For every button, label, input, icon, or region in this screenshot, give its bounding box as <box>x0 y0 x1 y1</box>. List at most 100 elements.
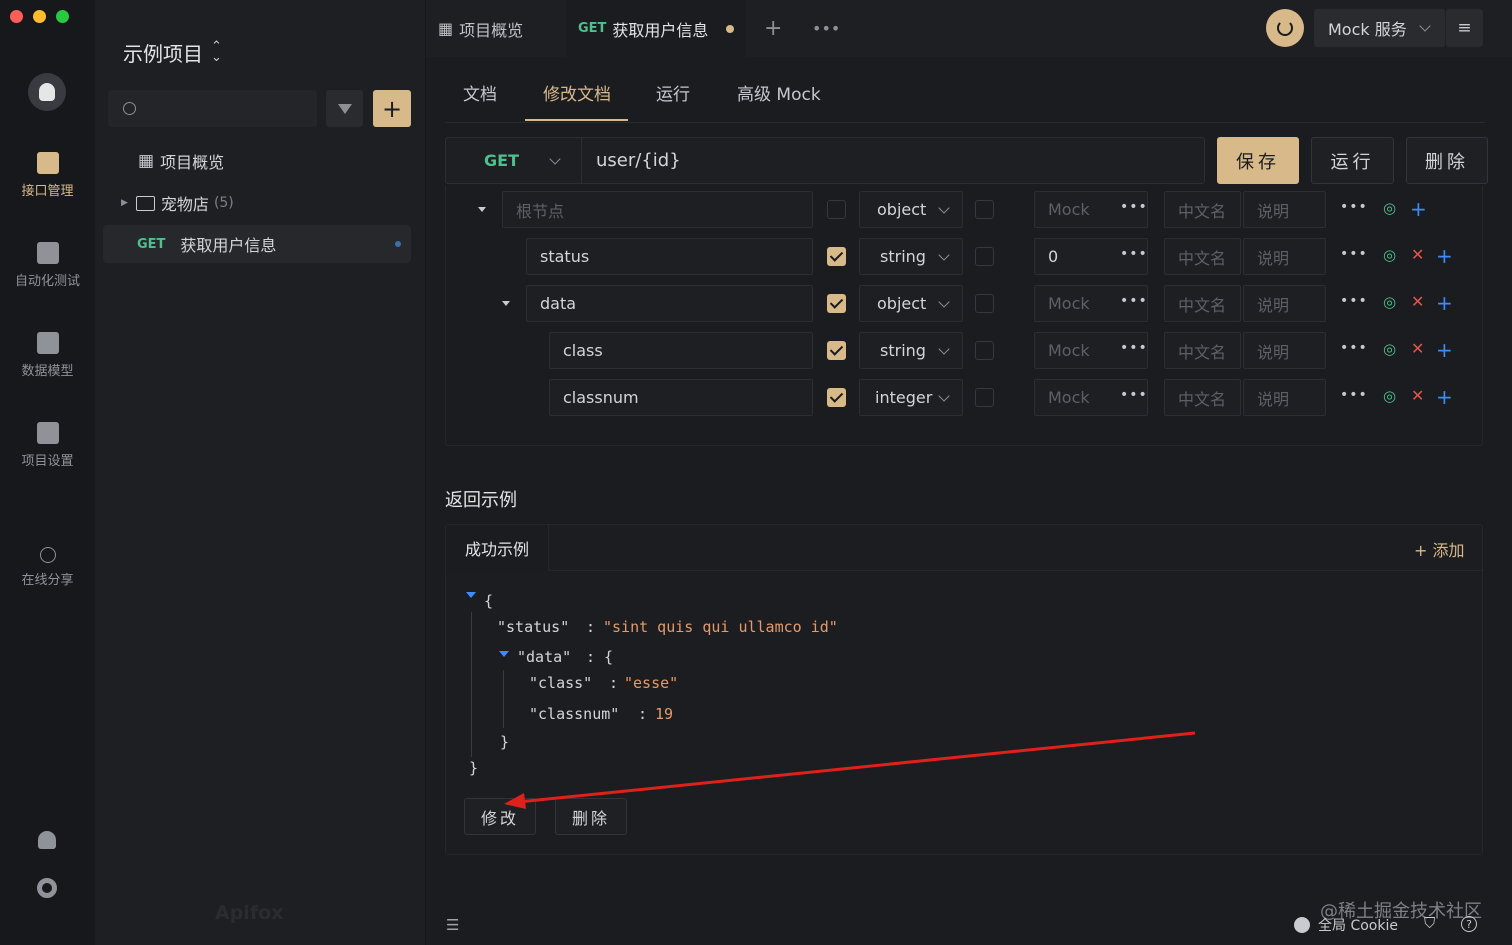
mock-more-icon[interactable]: ••• <box>1120 293 1148 309</box>
search-box[interactable] <box>108 90 317 127</box>
nullable-checkbox[interactable] <box>975 341 994 360</box>
rail-item-api-management[interactable]: 接口管理 <box>0 152 95 199</box>
project-switcher[interactable]: 示例项目 ⌃ ⌄ <box>123 38 222 67</box>
rail-item-online-share[interactable]: 在线分享 <box>0 547 95 588</box>
desc-input[interactable]: 说明 <box>1243 191 1326 228</box>
mock-more-icon[interactable]: ••• <box>1120 387 1148 403</box>
cn-name-input[interactable]: 中文名 <box>1164 332 1241 369</box>
schema-field-name[interactable]: classnum <box>549 379 813 416</box>
add-example-button[interactable]: + 添加 <box>1414 537 1465 561</box>
desc-more-icon[interactable]: ••• <box>1340 340 1368 356</box>
mock-more-icon[interactable]: ••• <box>1120 340 1148 356</box>
rail-item-automated-testing[interactable]: 自动化测试 <box>0 242 95 289</box>
add-sibling-icon[interactable]: + <box>1436 387 1453 407</box>
desc-input[interactable]: 说明 <box>1243 285 1326 322</box>
rail-item-project-settings[interactable]: 项目设置 <box>0 422 95 469</box>
schema-field-name[interactable]: data <box>526 285 813 322</box>
help-icon[interactable]: ? <box>1461 916 1477 932</box>
desc-more-icon[interactable]: ••• <box>1340 293 1368 309</box>
schema-field-name[interactable]: status <box>526 238 813 275</box>
desc-input[interactable]: 说明 <box>1243 332 1326 369</box>
filter-button[interactable] <box>326 90 363 127</box>
nullable-checkbox[interactable] <box>975 294 994 313</box>
more-tabs-button[interactable]: ••• <box>812 0 840 57</box>
tree-item-api[interactable]: GET 获取用户信息 <box>103 225 411 263</box>
add-child-icon[interactable]: + <box>1410 199 1427 219</box>
remove-field-icon[interactable]: ✕ <box>1411 292 1424 311</box>
add-button[interactable]: + <box>373 90 411 127</box>
zoom-window-button[interactable] <box>56 10 69 23</box>
path-input[interactable] <box>584 138 1202 183</box>
advanced-settings-icon[interactable]: ◎ <box>1383 293 1396 311</box>
collapse-caret-icon[interactable] <box>502 301 510 306</box>
advanced-settings-icon[interactable]: ◎ <box>1383 340 1396 358</box>
remove-field-icon[interactable]: ✕ <box>1411 245 1424 264</box>
tree-item-folder[interactable]: ▶ 宠物店 (5) <box>103 184 411 222</box>
tab-advanced-mock[interactable]: 高级 Mock <box>737 80 821 105</box>
collapse-caret-icon[interactable] <box>478 207 486 212</box>
close-window-button[interactable] <box>10 10 23 23</box>
tab-edit-doc[interactable]: 修改文档 <box>543 80 611 105</box>
type-select[interactable]: string <box>859 238 963 275</box>
tab-run[interactable]: 运行 <box>656 80 690 105</box>
mock-more-icon[interactable]: ••• <box>1120 246 1148 262</box>
nullable-checkbox[interactable] <box>975 388 994 407</box>
desc-input[interactable]: 说明 <box>1243 379 1326 416</box>
collapse-caret-icon[interactable] <box>499 651 509 657</box>
tab-get-user-info[interactable]: GET 获取用户信息 <box>566 0 746 57</box>
remove-field-icon[interactable]: ✕ <box>1411 339 1424 358</box>
tab-overview[interactable]: ▦ 项目概览 <box>438 0 523 57</box>
add-sibling-icon[interactable]: + <box>1436 293 1453 313</box>
type-select[interactable]: integer <box>859 379 963 416</box>
required-checkbox[interactable] <box>827 341 846 360</box>
avatar[interactable] <box>28 73 66 111</box>
rail-item-data-model[interactable]: 数据模型 <box>0 332 95 379</box>
bell-icon[interactable] <box>38 831 56 849</box>
search-input[interactable] <box>144 101 304 116</box>
cn-name-input[interactable]: 中文名 <box>1164 238 1241 275</box>
global-cookie-button[interactable]: 全局 Cookie <box>1294 915 1398 935</box>
required-checkbox[interactable] <box>827 247 846 266</box>
required-checkbox[interactable] <box>827 200 846 219</box>
run-button[interactable]: 运行 <box>1311 137 1394 184</box>
add-sibling-icon[interactable]: + <box>1436 246 1453 266</box>
type-select[interactable]: object <box>859 191 963 228</box>
mock-more-icon[interactable]: ••• <box>1120 199 1148 215</box>
required-checkbox[interactable] <box>827 294 846 313</box>
cn-name-input[interactable]: 中文名 <box>1164 379 1241 416</box>
minimize-window-button[interactable] <box>33 10 46 23</box>
save-button[interactable]: 保存 <box>1217 137 1299 184</box>
desc-input[interactable]: 说明 <box>1243 238 1326 275</box>
gear-icon[interactable] <box>37 878 57 898</box>
schema-field-name[interactable]: class <box>549 332 813 369</box>
new-tab-button[interactable]: + <box>764 0 782 57</box>
mock-service-select[interactable]: Mock 服务 <box>1314 9 1445 47</box>
type-select[interactable]: object <box>859 285 963 322</box>
tab-success-example[interactable]: 成功示例 <box>446 525 549 571</box>
nullable-checkbox[interactable] <box>975 200 994 219</box>
tab-doc[interactable]: 文档 <box>463 80 497 105</box>
desc-more-icon[interactable]: ••• <box>1340 199 1368 215</box>
method-select[interactable]: GET <box>446 138 582 183</box>
add-sibling-icon[interactable]: + <box>1436 340 1453 360</box>
menu-button[interactable]: ≡ <box>1446 9 1483 47</box>
delete-button[interactable]: 删除 <box>1406 137 1488 184</box>
shirt-icon[interactable]: ⛉ <box>1424 914 1435 932</box>
advanced-settings-icon[interactable]: ◎ <box>1383 246 1396 264</box>
type-select[interactable]: string <box>859 332 963 369</box>
required-checkbox[interactable] <box>827 388 846 407</box>
tree-item-overview[interactable]: ▦ 项目概览 <box>103 142 411 180</box>
remove-field-icon[interactable]: ✕ <box>1411 386 1424 405</box>
nullable-checkbox[interactable] <box>975 247 994 266</box>
collapse-caret-icon[interactable] <box>466 592 476 598</box>
cn-name-input[interactable]: 中文名 <box>1164 191 1241 228</box>
desc-more-icon[interactable]: ••• <box>1340 246 1368 262</box>
advanced-settings-icon[interactable]: ◎ <box>1383 387 1396 405</box>
arrow-shaft <box>517 731 1196 804</box>
schema-field-name[interactable]: 根节点 <box>502 191 813 228</box>
toggle-sidebar-icon[interactable]: ☰ <box>446 916 459 934</box>
sync-button[interactable] <box>1266 9 1304 47</box>
desc-more-icon[interactable]: ••• <box>1340 387 1368 403</box>
advanced-settings-icon[interactable]: ◎ <box>1383 199 1396 217</box>
cn-name-input[interactable]: 中文名 <box>1164 285 1241 322</box>
